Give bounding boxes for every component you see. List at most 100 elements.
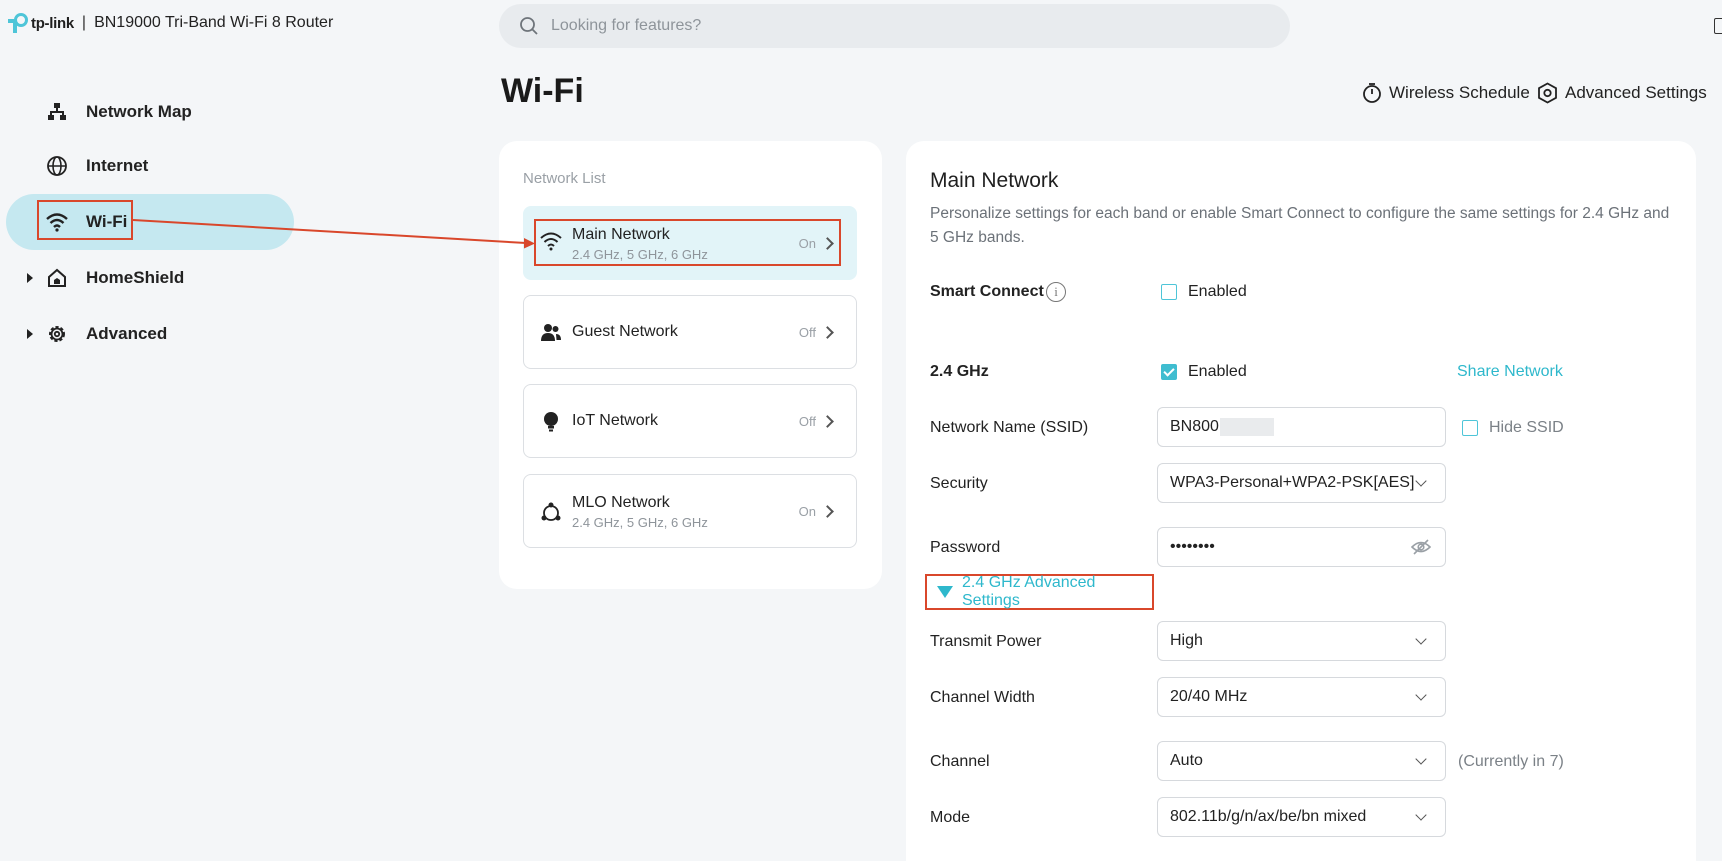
network-item-iot[interactable]: IoT Network Off — [523, 384, 857, 458]
smart-connect-label: Smart Connect — [930, 283, 1044, 300]
network-map-icon — [48, 103, 66, 120]
sidebar-item-label: Wi-Fi — [86, 212, 128, 231]
settings-hex-icon — [1538, 82, 1557, 104]
sidebar-item-advanced[interactable]: Advanced — [6, 306, 294, 362]
network-name: IoT Network — [572, 412, 658, 429]
chevron-right-icon — [821, 415, 834, 428]
network-item-mlo[interactable]: MLO Network 2.4 GHz, 5 GHz, 6 GHz On — [523, 474, 857, 548]
band-enabled-checkbox[interactable] — [1161, 364, 1177, 380]
wifi-icon — [540, 232, 562, 251]
band-label: 2.4 GHz — [930, 363, 989, 380]
device-title: BN19000 Tri-Band Wi-Fi 8 Router — [94, 14, 334, 31]
tp-link-logo-icon — [8, 13, 28, 33]
section-description: Personalize settings for each band or en… — [930, 205, 1670, 246]
section-title: Main Network — [930, 169, 1059, 192]
chevron-down-icon — [1415, 809, 1427, 821]
hide-ssid-checkbox[interactable] — [1462, 420, 1478, 436]
network-name: Guest Network — [572, 323, 678, 340]
brand-separator: | — [81, 14, 87, 31]
home-shield-icon — [48, 268, 66, 287]
network-state: On — [798, 504, 816, 519]
search-icon — [520, 17, 538, 35]
sidebar-item-homeshield[interactable]: HomeShield — [6, 250, 294, 306]
channel-select[interactable]: Auto — [1157, 741, 1446, 781]
sidebar-item-label: Internet — [86, 156, 149, 175]
info-icon[interactable]: i — [1046, 282, 1066, 302]
network-list-card: Network List Main Network 2.4 GHz, 5 GHz… — [499, 141, 882, 589]
ssid-value: BN800 — [1170, 418, 1219, 435]
redacted-mask — [1219, 418, 1274, 436]
sidebar-item-label: HomeShield — [86, 268, 185, 287]
page-title: Wi-Fi — [501, 72, 584, 110]
chevron-down-icon — [1415, 753, 1427, 765]
guests-icon — [541, 324, 561, 341]
chevron-right-icon — [821, 326, 834, 339]
network-bands: 2.4 GHz, 5 GHz, 6 GHz — [572, 247, 708, 262]
expand-caret-icon[interactable] — [27, 329, 33, 339]
transmit-power-select[interactable]: High — [1157, 621, 1446, 661]
wifi-icon — [46, 213, 68, 232]
sidebar-item-label: Advanced — [86, 324, 168, 343]
wireless-schedule-button[interactable]: Wireless Schedule — [1362, 82, 1530, 104]
advanced-settings-button[interactable]: Advanced Settings — [1537, 82, 1707, 104]
chevron-down-icon — [1415, 475, 1427, 487]
ssid-label: Network Name (SSID) — [930, 419, 1089, 436]
gear-icon — [49, 326, 65, 342]
share-network-link[interactable]: Share Network — [1457, 363, 1563, 381]
hide-ssid-label: Hide SSID — [1489, 419, 1564, 436]
advanced-settings-label: Advanced Settings — [1565, 83, 1707, 102]
security-select[interactable]: WPA3-Personal+WPA2-PSK[AES] — [1157, 463, 1446, 503]
network-state: Off — [798, 414, 816, 429]
channel-label: Channel — [930, 753, 990, 770]
search-input[interactable] — [551, 17, 1151, 35]
channel-width-label: Channel Width — [930, 689, 1035, 706]
expand-caret-icon[interactable] — [27, 273, 33, 283]
transmit-power-value: High — [1170, 632, 1203, 649]
logo-text: tp-link — [31, 14, 74, 32]
ssid-field[interactable]: BN800 — [1157, 407, 1446, 447]
triangle-down-icon — [937, 586, 953, 598]
security-label: Security — [930, 475, 988, 492]
network-bands: 2.4 GHz, 5 GHz, 6 GHz — [572, 515, 708, 530]
sidebar-item-internet[interactable]: Internet — [6, 138, 294, 194]
network-state: On — [798, 236, 816, 251]
mlo-icon — [541, 502, 561, 521]
eye-off-icon[interactable] — [1411, 539, 1431, 555]
network-name: Main Network — [572, 226, 670, 243]
sidebar-item-network-map[interactable]: Network Map — [6, 84, 294, 140]
sidebar-item-label: Network Map — [86, 102, 192, 121]
chevron-down-icon — [1415, 689, 1427, 701]
password-label: Password — [930, 539, 1001, 556]
chevron-right-icon — [821, 237, 834, 250]
network-name: MLO Network — [572, 494, 670, 511]
sidebar-item-wifi[interactable]: Wi-Fi — [6, 194, 294, 250]
chevron-right-icon — [821, 505, 834, 518]
channel-value: Auto — [1170, 752, 1203, 769]
network-item-guest[interactable]: Guest Network Off — [523, 295, 857, 369]
password-field[interactable]: •••••••• — [1157, 527, 1446, 567]
timer-icon — [1363, 83, 1381, 103]
panel-toggle-icon[interactable] — [1714, 18, 1722, 34]
smart-connect-checkbox[interactable] — [1161, 284, 1177, 300]
current-channel-hint: (Currently in 7) — [1458, 753, 1564, 770]
security-value: WPA3-Personal+WPA2-PSK[AES] — [1170, 474, 1415, 491]
password-value: •••••••• — [1170, 538, 1215, 555]
advanced-settings-toggle-label: 2.4 GHz Advanced Settings — [962, 574, 1096, 609]
bulb-icon — [544, 412, 558, 432]
mode-select[interactable]: 802.11b/g/n/ax/be/bn mixed — [1157, 797, 1446, 837]
search-bar[interactable] — [499, 4, 1290, 48]
channel-width-value: 20/40 MHz — [1170, 688, 1248, 705]
network-item-main[interactable]: Main Network 2.4 GHz, 5 GHz, 6 GHz On — [523, 206, 857, 280]
brand: tp-link | BN19000 Tri-Band Wi-Fi 8 Route… — [6, 12, 333, 34]
chevron-down-icon — [1415, 633, 1427, 645]
mode-value: 802.11b/g/n/ax/be/bn mixed — [1170, 808, 1367, 825]
wireless-schedule-label: Wireless Schedule — [1389, 83, 1530, 102]
transmit-power-label: Transmit Power — [930, 633, 1042, 650]
mode-label: Mode — [930, 809, 971, 826]
network-state: Off — [798, 325, 816, 340]
top-bar: tp-link | BN19000 Tri-Band Wi-Fi 8 Route… — [0, 0, 1722, 52]
band-enabled-label: Enabled — [1188, 363, 1247, 380]
channel-width-select[interactable]: 20/40 MHz — [1157, 677, 1446, 717]
advanced-settings-toggle[interactable]: 2.4 GHz Advanced Settings — [925, 574, 1154, 610]
main-network-card: Main Network Personalize settings for ea… — [906, 141, 1696, 861]
